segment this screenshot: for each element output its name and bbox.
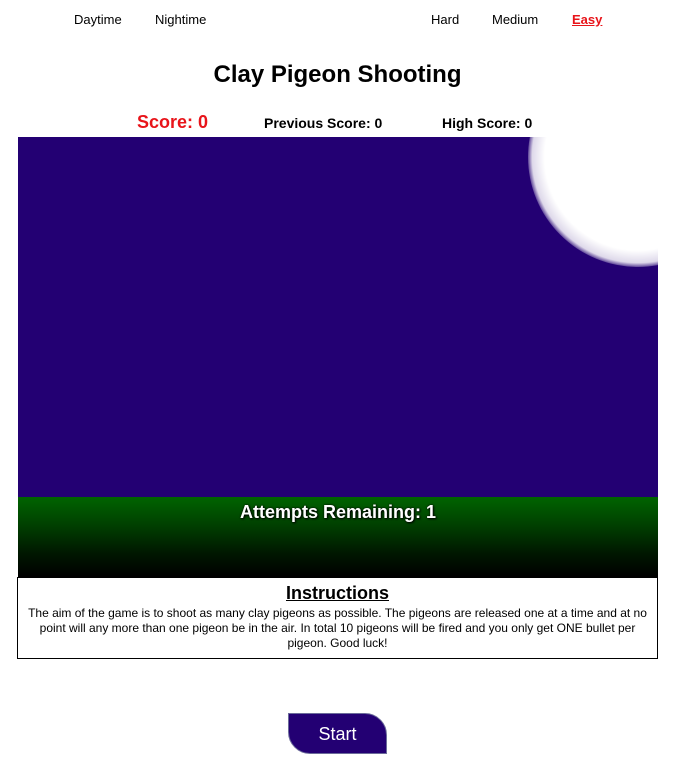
start-button[interactable]: Start — [288, 713, 387, 754]
instructions-text: The aim of the game is to shoot as many … — [28, 606, 647, 650]
difficulty-medium-link[interactable]: Medium — [492, 12, 538, 28]
instructions-heading: Instructions — [285, 583, 389, 603]
score-bar: Score: 0 Previous Score: 0 High Score: 0 — [0, 110, 675, 134]
current-score: Score: 0 — [137, 112, 209, 132]
page-title: Clay Pigeon Shooting — [213, 61, 462, 88]
night-sky[interactable] — [18, 137, 658, 497]
moon-icon — [528, 137, 658, 267]
ground: Attempts Remaining: 1 — [18, 497, 658, 577]
page: Daytime Nightime Hard Medium Easy Clay P… — [0, 0, 675, 768]
attempts-remaining: Attempts Remaining: 1 — [239, 502, 437, 522]
high-score: High Score: 0 — [442, 115, 533, 131]
nighttime-mode-link[interactable]: Nightime — [155, 12, 206, 28]
difficulty-easy-link[interactable]: Easy — [572, 12, 602, 28]
daytime-mode-link[interactable]: Daytime — [74, 12, 122, 28]
game-canvas[interactable]: Attempts Remaining: 1 — [18, 137, 658, 577]
previous-score: Previous Score: 0 — [264, 115, 383, 131]
difficulty-hard-link[interactable]: Hard — [431, 12, 459, 28]
instructions-panel: Instructions The aim of the game is to s… — [17, 577, 658, 659]
